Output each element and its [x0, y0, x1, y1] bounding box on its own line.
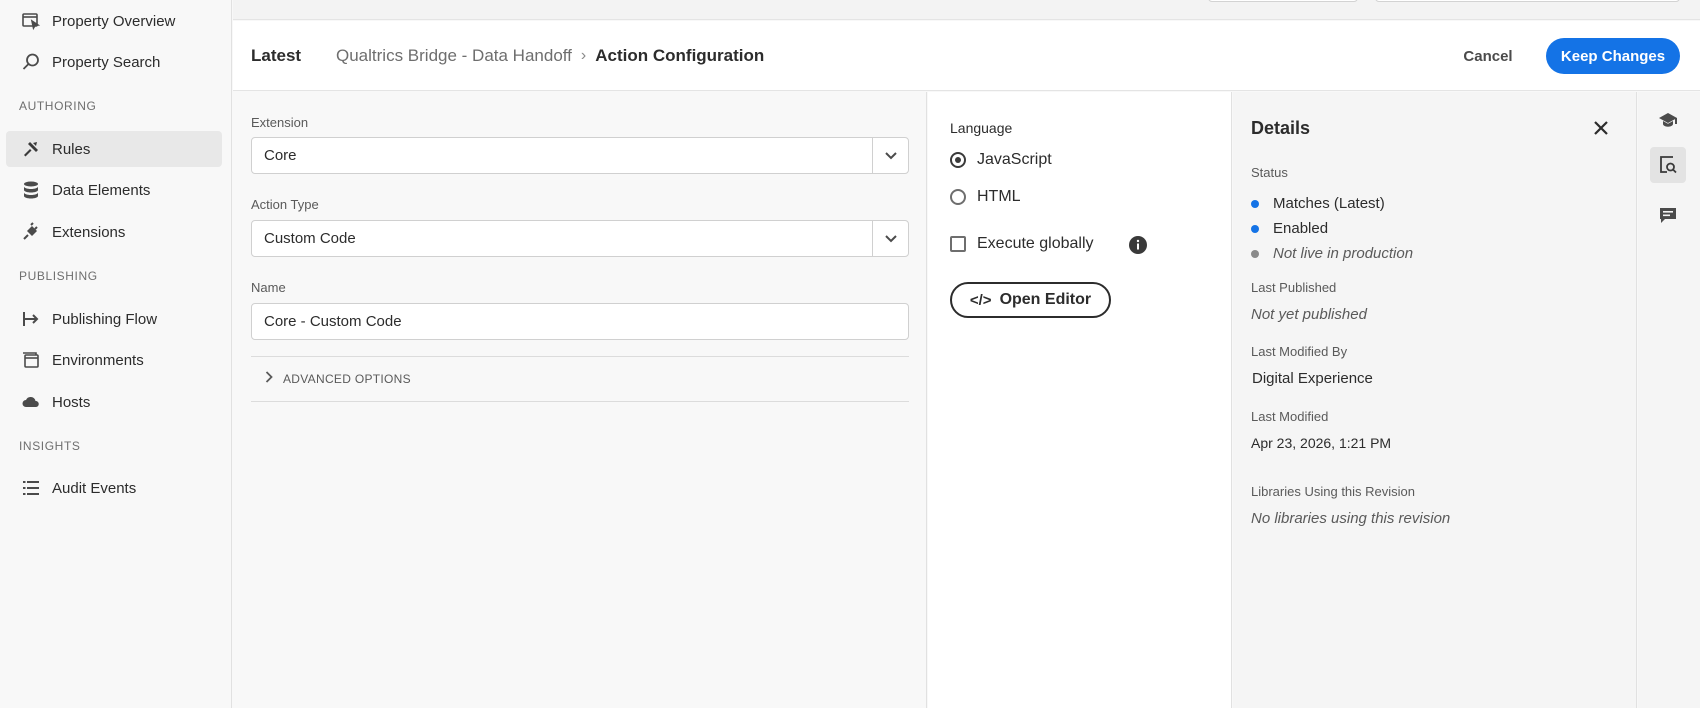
language-label: Language	[950, 120, 1013, 136]
action-type-label: Action Type	[251, 197, 319, 212]
page-header: Latest Qualtrics Bridge - Data Handoff ›…	[233, 21, 1700, 91]
sidebar-item-label: Environments	[52, 351, 144, 369]
sidebar-item-hosts[interactable]: Hosts	[6, 384, 222, 420]
publishing-flow-icon	[20, 308, 42, 330]
comment-icon	[1660, 208, 1676, 223]
radio-label: JavaScript	[977, 151, 1052, 168]
last-published-value: Not yet published	[1251, 306, 1367, 323]
status-dot	[1251, 224, 1259, 233]
sidebar-item-label: Data Elements	[52, 181, 151, 199]
last-modified-by-value: Digital Experience	[1252, 370, 1373, 387]
status-item: Enabled	[1251, 220, 1328, 237]
left-sidebar: Property Overview Property Search AUTHOR…	[0, 0, 232, 708]
sidebar-item-label: Property Overview	[52, 12, 176, 30]
property-overview-icon	[20, 10, 42, 32]
last-modified-value: Apr 23, 2026, 1:21 PM	[1251, 435, 1392, 451]
comments-button[interactable]	[1650, 197, 1686, 233]
page-title: Action Configuration	[595, 46, 765, 65]
last-modified-label: Last Modified	[1251, 409, 1329, 424]
right-rail	[1638, 92, 1700, 708]
sidebar-item-label: Audit Events	[52, 479, 137, 497]
advanced-options-label: ADVANCED OPTIONS	[283, 372, 411, 386]
cancel-button[interactable]: Cancel	[1451, 38, 1525, 74]
sidebar-item-property-overview[interactable]: Property Overview	[6, 3, 222, 39]
extension-label: Extension	[251, 115, 309, 130]
radio-button-checked[interactable]	[950, 152, 966, 168]
breadcrumb: Qualtrics Bridge - Data Handoff › Action…	[336, 46, 764, 66]
checkbox-label: Execute globally	[977, 235, 1094, 252]
sidebar-item-environments[interactable]: Environments	[6, 342, 222, 378]
details-rail-button[interactable]	[1650, 147, 1686, 183]
action-type-value: Custom Code	[264, 230, 356, 247]
name-label: Name	[251, 280, 286, 295]
last-published-label: Last Published	[1251, 280, 1337, 295]
code-icon: </>	[969, 291, 992, 309]
execute-globally-row[interactable]: Execute globally	[950, 235, 1094, 253]
close-icon[interactable]	[1589, 116, 1613, 140]
learn-button[interactable]	[1650, 102, 1686, 138]
rules-icon	[20, 138, 42, 160]
details-search-icon	[1660, 156, 1677, 174]
info-icon[interactable]	[1128, 235, 1148, 255]
sidebar-item-extensions[interactable]: Extensions	[6, 214, 222, 250]
execute-globally-checkbox[interactable]	[950, 236, 966, 252]
database-icon	[20, 179, 42, 201]
sidebar-item-property-search[interactable]: Property Search	[6, 44, 222, 80]
status-text: Enabled	[1273, 220, 1329, 237]
top-control-partial[interactable]	[1208, 0, 1358, 2]
sidebar-item-label: Property Search	[52, 53, 161, 71]
list-icon	[20, 477, 42, 499]
radio-javascript[interactable]: JavaScript	[950, 151, 1052, 169]
section-label-publishing: PUBLISHING	[19, 269, 98, 283]
chevron-down-icon[interactable]	[872, 138, 908, 173]
details-panel: Details Status Matches (Latest) Enabled …	[1233, 92, 1637, 708]
sidebar-item-label: Hosts	[52, 393, 91, 411]
sidebar-item-label: Extensions	[52, 223, 126, 241]
plug-icon	[20, 221, 42, 243]
last-modified-by-label: Last Modified By	[1251, 344, 1348, 359]
sidebar-item-label: Publishing Flow	[52, 310, 158, 328]
libraries-label: Libraries Using this Revision	[1251, 484, 1416, 499]
chevron-down-icon[interactable]	[872, 221, 908, 256]
code-config-panel: Language JavaScript HTML Execute globall…	[928, 92, 1232, 708]
sidebar-item-data-elements[interactable]: Data Elements	[6, 172, 222, 208]
status-text: Matches (Latest)	[1273, 195, 1385, 212]
sidebar-item-label: Rules	[52, 140, 91, 158]
chevron-right-icon: ›	[580, 47, 587, 64]
extension-select[interactable]: Core	[251, 137, 909, 174]
status-text: Not live in production	[1273, 245, 1414, 262]
details-title: Details	[1251, 118, 1311, 138]
advanced-options-toggle[interactable]: ADVANCED OPTIONS	[251, 356, 909, 402]
graduation-cap-icon	[1659, 113, 1677, 127]
radio-label: HTML	[977, 188, 1021, 205]
sidebar-item-audit-events[interactable]: Audit Events	[6, 470, 222, 506]
status-dot	[1251, 249, 1259, 258]
radio-html[interactable]: HTML	[950, 188, 1021, 206]
sidebar-item-rules[interactable]: Rules	[6, 131, 222, 167]
extension-value: Core	[264, 147, 297, 164]
top-control-partial[interactable]	[1375, 0, 1680, 2]
open-editor-label: Open Editor	[999, 291, 1092, 308]
section-label-authoring: AUTHORING	[19, 99, 97, 113]
status-dot	[1251, 199, 1259, 208]
sidebar-item-publishing-flow[interactable]: Publishing Flow	[6, 301, 222, 337]
open-editor-button[interactable]: </> Open Editor	[950, 282, 1111, 318]
name-input[interactable]	[251, 303, 909, 340]
search-icon	[20, 51, 42, 73]
status-label: Status	[1251, 165, 1288, 180]
action-form-panel: Extension Core Action Type Custom Code N…	[233, 92, 927, 708]
keep-changes-button[interactable]: Keep Changes	[1546, 38, 1680, 74]
status-item: Matches (Latest)	[1251, 195, 1385, 212]
environments-icon	[20, 349, 42, 371]
revision-label: Latest	[251, 46, 302, 65]
breadcrumb-rule-link[interactable]: Qualtrics Bridge - Data Handoff	[336, 46, 572, 66]
chevron-right-icon	[265, 370, 273, 388]
status-item: Not live in production	[1251, 245, 1413, 262]
action-type-select[interactable]: Custom Code	[251, 220, 909, 257]
cloud-icon	[20, 391, 42, 413]
top-strip	[233, 0, 1700, 20]
section-label-insights: INSIGHTS	[19, 439, 81, 453]
radio-button[interactable]	[950, 189, 966, 205]
libraries-value: No libraries using this revision	[1251, 510, 1451, 527]
